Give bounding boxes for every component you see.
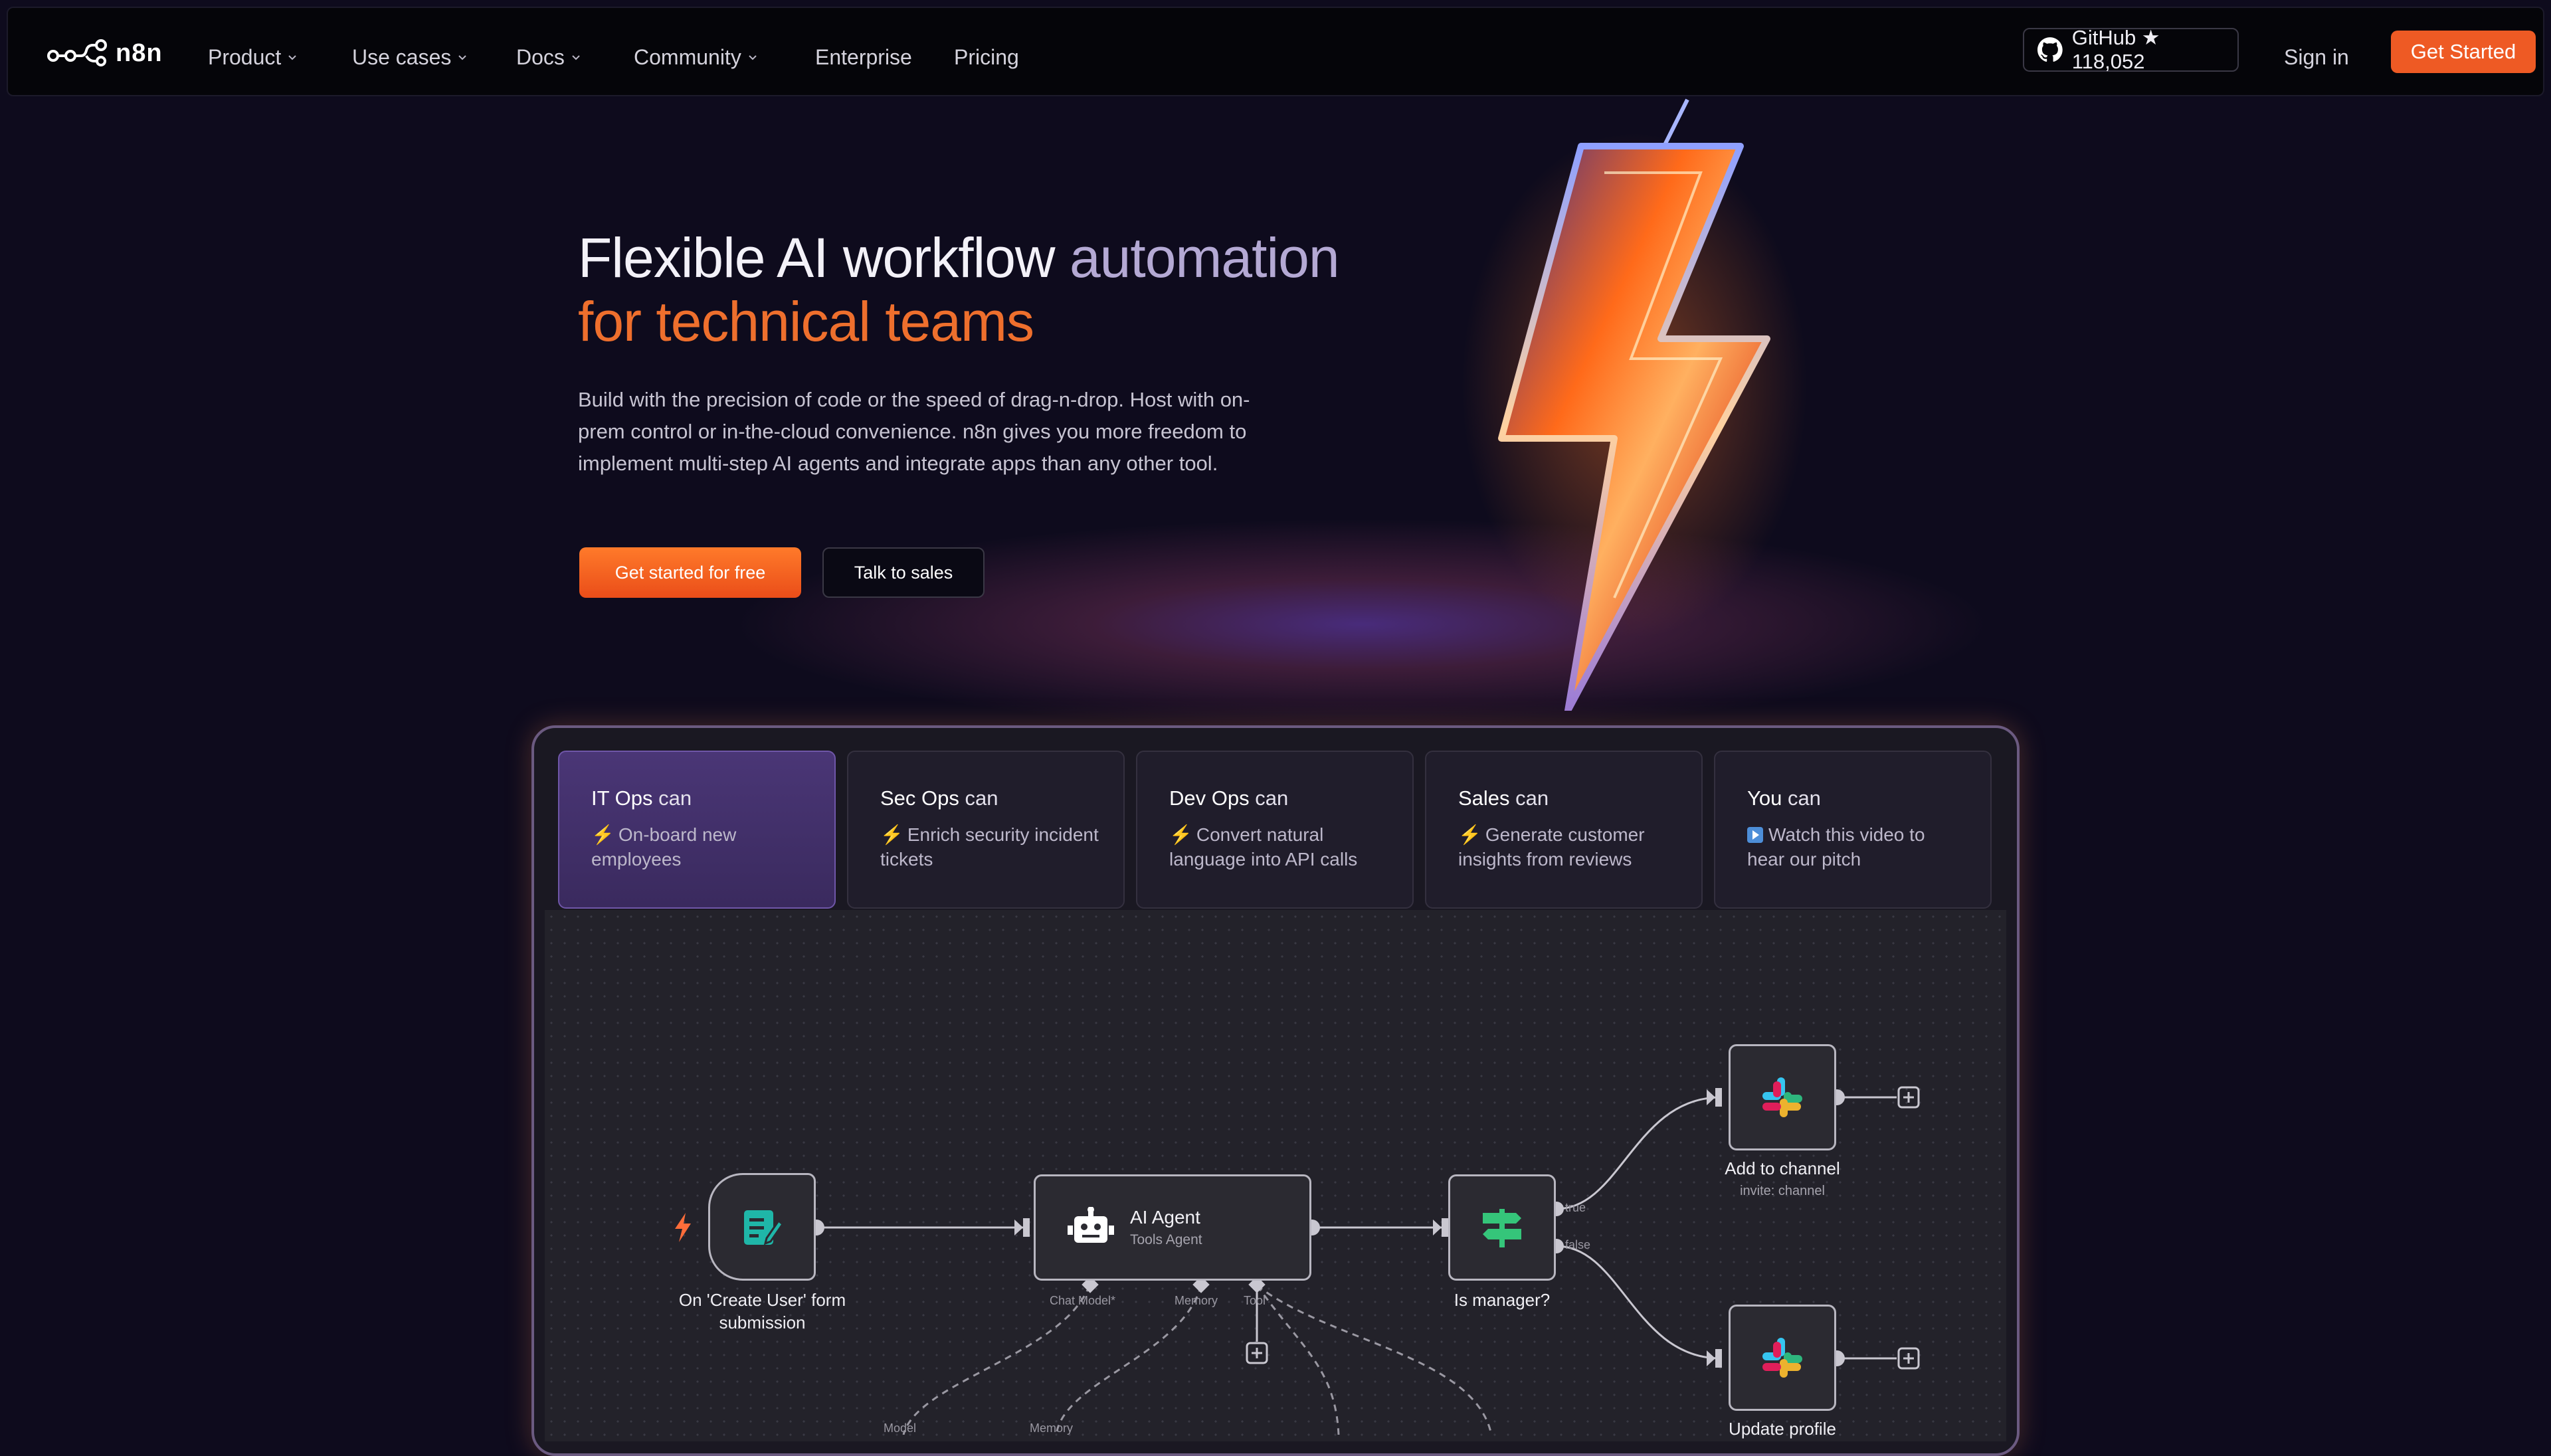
n8n-logo-icon — [47, 39, 107, 66]
nav-enterprise-label: Enterprise — [815, 45, 912, 69]
is-manager-node[interactable] — [1448, 1174, 1556, 1281]
port-chat-model-label: Chat Model* — [1050, 1294, 1116, 1307]
robot-icon — [1068, 1207, 1114, 1243]
trigger-bolt-icon — [675, 1213, 691, 1242]
hero-description: Build with the precision of code or the … — [578, 388, 1250, 475]
bolt-icon: ⚡ — [591, 824, 614, 845]
chevron-down-icon — [749, 54, 757, 60]
nav-product[interactable]: Product — [208, 45, 297, 70]
is-manager-label: Is manager? — [1454, 1290, 1551, 1310]
tab-sec-ops[interactable]: Sec Ops can ⚡ Enrich security incident ti… — [847, 751, 1125, 909]
github-icon — [2037, 37, 2063, 62]
nav-community-label: Community — [634, 45, 741, 69]
update-profile-label: Update profile — [1729, 1419, 1836, 1439]
top-navbar: n8n Product Use cases Docs Community Ent… — [7, 7, 2544, 96]
tab-title: Sec Ops can — [880, 786, 998, 810]
nav-pricing[interactable]: Pricing — [954, 45, 1019, 70]
nav-pricing-label: Pricing — [954, 45, 1019, 69]
hero-title-part1: Flexible AI workflow — [578, 227, 1056, 289]
slack-icon — [1762, 1077, 1802, 1117]
tab-dev-ops[interactable]: Dev Ops can ⚡ Convert natural language in… — [1136, 751, 1414, 909]
bolt-icon: ⚡ — [1458, 824, 1481, 845]
nav-docs[interactable]: Docs — [516, 45, 581, 70]
bolt-icon: ⚡ — [880, 824, 903, 845]
slack-add-to-channel-node[interactable] — [1729, 1044, 1836, 1150]
n8n-logo[interactable]: n8n — [47, 39, 163, 68]
add-to-channel-sublabel: invite: channel — [1740, 1184, 1825, 1198]
ai-agent-title: AI Agent — [1130, 1207, 1200, 1228]
chevron-down-icon — [288, 54, 296, 60]
hero-title: Flexible AI workflow automation for tech… — [578, 226, 1340, 353]
chevron-down-icon — [572, 54, 580, 60]
nav-enterprise[interactable]: Enterprise — [815, 45, 912, 70]
ai-agent-text: AI Agent Tools Agent — [1130, 1207, 1202, 1248]
trigger-node[interactable] — [708, 1173, 816, 1281]
tab-description: ⚡ On-board new employees — [591, 824, 737, 869]
tab-title: Sales can — [1458, 786, 1549, 810]
slack-icon — [1762, 1338, 1802, 1378]
tab-description: Watch this video to hear our pitch — [1747, 824, 1925, 869]
nav-docs-label: Docs — [516, 45, 565, 69]
trigger-node-label: On 'Create User' form submission — [678, 1290, 846, 1332]
sign-in-link[interactable]: Sign in — [2284, 45, 2349, 70]
form-icon — [744, 1210, 784, 1245]
tab-title: You can — [1747, 786, 1821, 810]
nav-community[interactable]: Community — [634, 45, 757, 70]
play-video-icon — [1747, 827, 1763, 843]
tab-it-ops[interactable]: IT Ops can ⚡ On-board new employees — [558, 751, 836, 909]
branch-false-label: false — [1565, 1238, 1591, 1251]
slack-update-profile-node[interactable] — [1729, 1305, 1836, 1411]
talk-to-sales-button[interactable]: Talk to sales — [822, 547, 985, 598]
ai-agent-subtitle: Tools Agent — [1130, 1232, 1202, 1247]
tab-sales[interactable]: Sales can ⚡ Generate customer insights fr… — [1425, 751, 1703, 909]
signpost-icon — [1483, 1209, 1521, 1247]
github-stars-button[interactable]: GitHub ★ 118,052 — [2023, 26, 2239, 73]
tab-title: IT Ops can — [591, 786, 692, 810]
github-stars-label: GitHub ★ 118,052 — [2071, 26, 2160, 73]
nav-use-cases[interactable]: Use cases — [352, 45, 467, 70]
bottom-model-label: Model — [884, 1421, 917, 1435]
nav-product-label: Product — [208, 45, 282, 69]
branch-true-label: true — [1565, 1201, 1586, 1214]
get-started-free-button[interactable]: Get started for free — [579, 547, 801, 598]
hero-title-line2: for technical teams — [578, 290, 1034, 353]
hero-title-part2: automation — [1069, 227, 1340, 289]
add-to-channel-label: Add to channel — [1725, 1158, 1840, 1178]
tab-description: ⚡ Generate customer insights from reviews — [1458, 824, 1645, 869]
lightning-bolt-illustration — [1462, 98, 1807, 711]
bolt-icon: ⚡ — [1169, 824, 1192, 845]
tab-you[interactable]: You can Watch this video to hear our pit… — [1714, 751, 1992, 909]
nav-use-cases-label: Use cases — [352, 45, 452, 69]
tab-description: ⚡ Convert natural language into API calls — [1169, 824, 1358, 869]
port-tool-label: Tool — [1244, 1294, 1266, 1307]
tab-title: Dev Ops can — [1169, 786, 1289, 810]
logo-text: n8n — [116, 39, 163, 67]
chevron-down-icon — [458, 54, 467, 60]
bottom-memory-label: Memory — [1030, 1421, 1074, 1435]
ai-agent-node[interactable]: AI Agent Tools Agent — [1034, 1174, 1311, 1281]
get-started-button[interactable]: Get Started — [2391, 31, 2536, 73]
port-memory-label: Memory — [1175, 1294, 1218, 1307]
tab-description: ⚡ Enrich security incident tickets — [880, 824, 1099, 869]
